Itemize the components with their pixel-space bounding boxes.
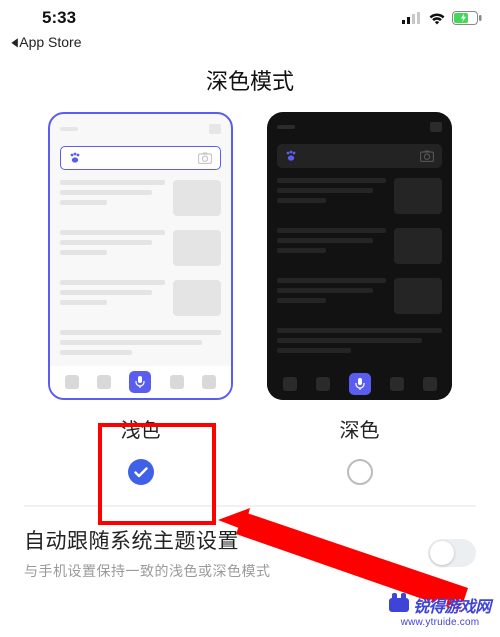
preview-header [267, 112, 452, 136]
theme-option-dark[interactable]: 深色 [267, 414, 452, 485]
theme-options [0, 112, 500, 400]
controller-icon [389, 598, 409, 612]
theme-labels: 浅色 深色 [0, 414, 500, 485]
preview-tabbar [267, 368, 452, 400]
tab-icon [170, 375, 184, 389]
battery-icon [452, 11, 482, 25]
auto-follow-switch[interactable] [428, 539, 476, 567]
auto-follow-title: 自动跟随系统主题设置 [24, 525, 271, 555]
tab-icon [283, 377, 297, 391]
camera-icon [420, 150, 434, 162]
watermark: 锐得游戏网 www.ytruide.com [380, 583, 500, 637]
radio-light[interactable] [128, 459, 154, 485]
tab-icon [316, 377, 330, 391]
theme-label-dark: 深色 [340, 414, 380, 443]
preview-search [60, 146, 221, 170]
mic-icon [129, 371, 151, 393]
theme-label-light: 浅色 [121, 414, 161, 443]
cellular-icon [402, 12, 422, 24]
auto-follow-row: 自动跟随系统主题设置 与手机设置保持一致的浅色或深色模式 [0, 507, 500, 581]
watermark-title: 锐得游戏网 [413, 593, 491, 617]
page-title: 深色模式 [0, 50, 500, 112]
watermark-url: www.ytruide.com [401, 617, 480, 628]
preview-tabbar [50, 366, 231, 398]
auto-follow-text: 自动跟随系统主题设置 与手机设置保持一致的浅色或深色模式 [24, 525, 271, 581]
radio-dark[interactable] [347, 459, 373, 485]
tab-icon [65, 375, 79, 389]
tab-icon [97, 375, 111, 389]
camera-icon [198, 152, 212, 164]
check-icon [134, 467, 148, 478]
wifi-icon [428, 12, 446, 25]
theme-card-dark[interactable] [267, 112, 452, 400]
paw-icon [285, 150, 297, 162]
theme-option-light[interactable]: 浅色 [48, 414, 233, 485]
preview-body [50, 180, 231, 355]
tab-icon [390, 377, 404, 391]
mic-icon [349, 373, 371, 395]
tab-icon [202, 375, 216, 389]
breadcrumb-label: App Store [19, 34, 81, 50]
status-time: 5:33 [42, 8, 76, 28]
status-icons [402, 11, 482, 25]
status-bar: 5:33 [0, 0, 500, 30]
auto-follow-subtitle: 与手机设置保持一致的浅色或深色模式 [24, 561, 271, 581]
paw-icon [69, 152, 81, 164]
preview-body [267, 178, 452, 353]
back-icon: ◀ [11, 35, 17, 49]
preview-search [277, 144, 442, 168]
tab-icon [423, 377, 437, 391]
preview-header [50, 114, 231, 138]
theme-card-light[interactable] [48, 112, 233, 400]
breadcrumb[interactable]: ◀ App Store [0, 30, 500, 50]
